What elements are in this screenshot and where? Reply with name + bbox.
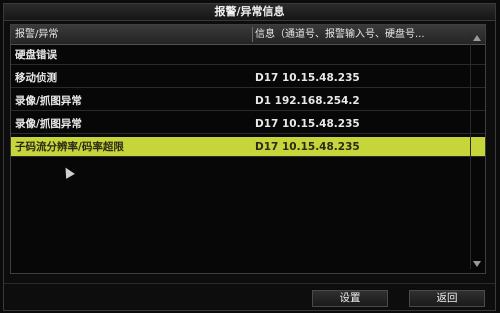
dialog-footer: 设置 返回: [4, 283, 495, 310]
table-header: 报警/异常 信息（通道号、报警输入号、硬盘号...: [11, 25, 485, 45]
dialog-title: 报警/异常信息: [4, 4, 495, 21]
table-row[interactable]: 录像/抓图异常 D1 192.168.254.2: [11, 91, 485, 111]
settings-button[interactable]: 设置: [312, 290, 388, 307]
alarm-exception-dialog: 报警/异常信息 报警/异常 信息（通道号、报警输入号、硬盘号... 硬盘错误 移…: [3, 3, 496, 311]
row-type: 移动侦测: [15, 72, 57, 84]
scroll-down-icon[interactable]: [473, 261, 481, 267]
table-row-selected[interactable]: 子码流分辨率/码率超限 D17 10.15.48.235: [11, 137, 485, 157]
table-row[interactable]: 录像/抓图异常 D17 10.15.48.235: [11, 114, 485, 134]
row-info: D1 192.168.254.2: [255, 95, 360, 107]
row-type: 录像/抓图异常: [15, 95, 82, 107]
table-row[interactable]: 硬盘错误: [11, 45, 485, 65]
row-type: 硬盘错误: [15, 49, 57, 61]
column-divider[interactable]: [252, 27, 253, 42]
column-header-type[interactable]: 报警/异常: [15, 25, 58, 44]
table-row[interactable]: 移动侦测 D17 10.15.48.235: [11, 68, 485, 88]
table-scrollbar[interactable]: [470, 33, 484, 269]
row-info: D17 10.15.48.235: [255, 118, 360, 130]
row-info: D17 10.15.48.235: [255, 141, 360, 153]
row-type: 录像/抓图异常: [15, 118, 82, 130]
row-info: D17 10.15.48.235: [255, 72, 360, 84]
back-button[interactable]: 返回: [409, 290, 485, 307]
row-type: 子码流分辨率/码率超限: [15, 141, 124, 153]
column-header-info[interactable]: 信息（通道号、报警输入号、硬盘号...: [255, 25, 425, 44]
alarm-table: 报警/异常 信息（通道号、报警输入号、硬盘号... 硬盘错误 移动侦测 D17 …: [10, 24, 486, 274]
scroll-up-icon[interactable]: [473, 35, 481, 41]
